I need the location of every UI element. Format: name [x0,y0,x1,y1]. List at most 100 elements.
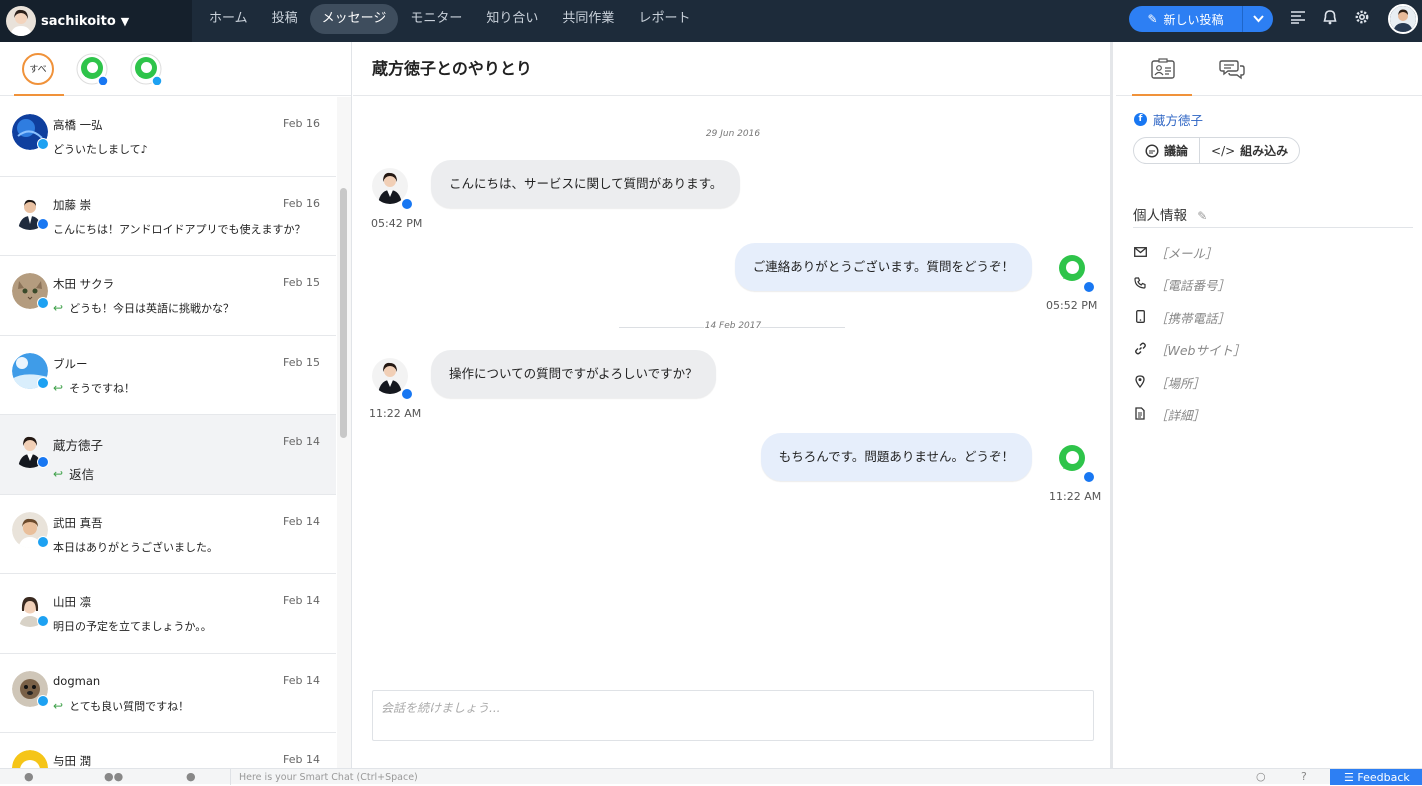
conversation-item[interactable]: 木田 サクラ Feb 15 ↩ どうも！今日は英語に挑戦かな？ [0,256,336,336]
nav-posts[interactable]: 投稿 [260,4,310,34]
smart-chat-input[interactable]: Here is your Smart Chat (Ctrl+Space) [230,769,418,785]
conversation-name: 木田 サクラ [53,277,115,291]
scrollbar-thumb[interactable] [340,188,347,438]
thread-title: 蔵方徳子とのやりとり [353,42,1110,96]
twitter-badge-icon [37,138,49,150]
field-mobile[interactable]: ［携帯電話］ [1133,308,1230,327]
contact-details-panel: f 蔵方徳子 議論 </> 組み込み 個人情報 ✎ ［メール］ ［電話番号］ ［… [1116,42,1422,768]
preview-text: そうですね！ [69,381,136,395]
conversation-item[interactable]: 山田 凛 Feb 14 明日の予定を立てましょうか。。 [0,574,336,654]
nav-reports[interactable]: レポート [626,4,702,34]
section-title-text: 個人情報 [1133,208,1187,224]
nav-contacts[interactable]: 知り合い [474,4,550,34]
message-time: 11:22 AM [369,407,422,420]
conversation-item[interactable]: ブルー Feb 15 ↩ そうですね！ [0,335,336,415]
contact-name-link[interactable]: f 蔵方徳子 [1134,110,1203,129]
discussion-label: 議論 [1164,144,1189,158]
conversation-preview: ↩ 返信 [53,464,94,483]
gear-icon[interactable] [1352,9,1372,29]
facebook-badge-icon [401,198,413,210]
tab-contact-card[interactable] [1150,58,1176,80]
discussion-button[interactable]: 議論 [1134,138,1199,163]
contact-actions: 議論 </> 組み込み [1133,137,1301,164]
help-icon[interactable]: ? [1301,770,1307,783]
field-email[interactable]: ［メール］ [1133,243,1218,262]
preview-text: どうも！今日は英語に挑戦かな？ [69,302,235,315]
filter-messenger-twitter[interactable] [130,53,163,87]
chevron-down-icon: ▼ [120,14,130,28]
conversation-item[interactable]: dogman Feb 14 ↩ とても良い質問ですね！ [0,653,336,733]
message-time: 05:52 PM [1046,299,1098,312]
source-filters: すべ [0,42,351,96]
menu-icon[interactable] [1288,9,1308,29]
bell-icon[interactable] [1320,9,1340,29]
conversation-preview: 明日の予定を立てましょうか。。 [53,618,212,634]
field-location[interactable]: ［場所］ [1133,373,1205,392]
chat-bubbles-icon [1219,60,1245,80]
field-label: ［メール］ [1155,246,1218,261]
conversation-date: Feb 14 [283,594,320,607]
embed-label: 組み込み [1240,144,1289,158]
field-label: ［Webサイト］ [1155,343,1246,358]
preview-text: 本日はありがとうございました。 [53,540,218,554]
message-bubble-outgoing: もちろんです。問題ありません。どうぞ！ [760,433,1032,481]
avatar [12,750,48,768]
profile-avatar[interactable] [1388,4,1418,34]
nav-collaboration[interactable]: 共同作業 [550,4,626,34]
chevron-down-icon [1252,15,1264,23]
conversation-item[interactable]: 加藤 崇 Feb 16 こんにちは！アンドロイドアプリでも使えますか？ [0,176,336,256]
user-menu[interactable]: sachikoito ▼ [0,0,192,42]
nav-home[interactable]: ホーム [197,4,260,34]
conversation-name: ブルー [53,356,88,371]
facebook-badge-icon [401,388,413,400]
person-icon[interactable]: ● [186,770,196,783]
conversation-date: Feb 16 [283,196,320,210]
message-time: 05:42 PM [371,217,423,230]
username: sachikoito [41,13,116,29]
conversation-item[interactable]: 与田 潤 Feb 14 [0,733,336,768]
field-label: ［携帯電話］ [1155,311,1231,326]
conversation-name: 与田 潤 [53,754,92,768]
conversation-preview: ↩ とても良い質問ですね！ [53,698,189,714]
chat-icon[interactable]: ● [24,770,34,783]
conversation-name: 武田 真吾 [53,515,103,530]
preview-text: 明日の予定を立てましょうか。。 [53,620,212,633]
conversation-name: 蔵方徳子 [53,438,104,453]
date-separator: 14 Feb 2017 [353,321,1113,331]
twitter-badge-icon [37,297,49,309]
filter-all[interactable]: すべ [22,52,54,85]
conversation-list-scrollbar[interactable] [337,97,351,768]
location-icon [1133,374,1147,391]
message-thread-panel: 蔵方徳子とのやりとり 29 Jun 2016 こんにちは、サービスに関して質問が… [353,42,1113,768]
field-details[interactable]: ［詳細］ [1133,405,1205,424]
filter-active-underline [14,94,64,96]
conversation-item[interactable]: 武田 真吾 Feb 14 本日はありがとうございました。 [0,494,336,574]
conversation-item-selected[interactable]: 蔵方徳子 Feb 14 ↩ 返信 [0,415,336,495]
field-website[interactable]: ［Webサイト］ [1133,340,1246,359]
link-icon [1133,342,1147,358]
chat-icon [1145,143,1159,158]
group-icon[interactable]: ●● [104,770,123,783]
contact-card-icon [1151,58,1175,79]
separator-line [760,327,845,328]
pencil-icon[interactable]: ✎ [1197,209,1207,223]
conversation-name: 加藤 崇 [53,197,92,212]
nav-messages[interactable]: メッセージ [309,4,399,34]
feedback-button[interactable]: ☰ Feedback [1330,769,1422,785]
filter-messenger-facebook[interactable] [76,53,109,87]
facebook-badge-icon [37,217,49,230]
reply-arrow-icon: ↩ [53,698,64,713]
tab-active-underline [1132,94,1192,96]
filter-all-label: すべ [29,65,47,75]
new-post-dropdown[interactable] [1243,6,1273,32]
search-icon[interactable]: ○ [1256,770,1266,783]
embed-button[interactable]: </> 組み込み [1199,138,1299,163]
field-phone[interactable]: ［電話番号］ [1133,275,1230,294]
conversation-date: Feb 14 [283,673,320,687]
new-post-button[interactable]: ✎ 新しい投稿 [1129,6,1243,32]
message-composer-input[interactable]: 会話を続けましょう... [372,690,1094,741]
nav-monitor[interactable]: モニター [398,4,474,34]
tab-conversations[interactable] [1219,58,1245,80]
conversation-item[interactable]: 高橋 一弘 Feb 16 どういたしまして♪ [0,97,336,177]
section-divider [1133,227,1413,228]
